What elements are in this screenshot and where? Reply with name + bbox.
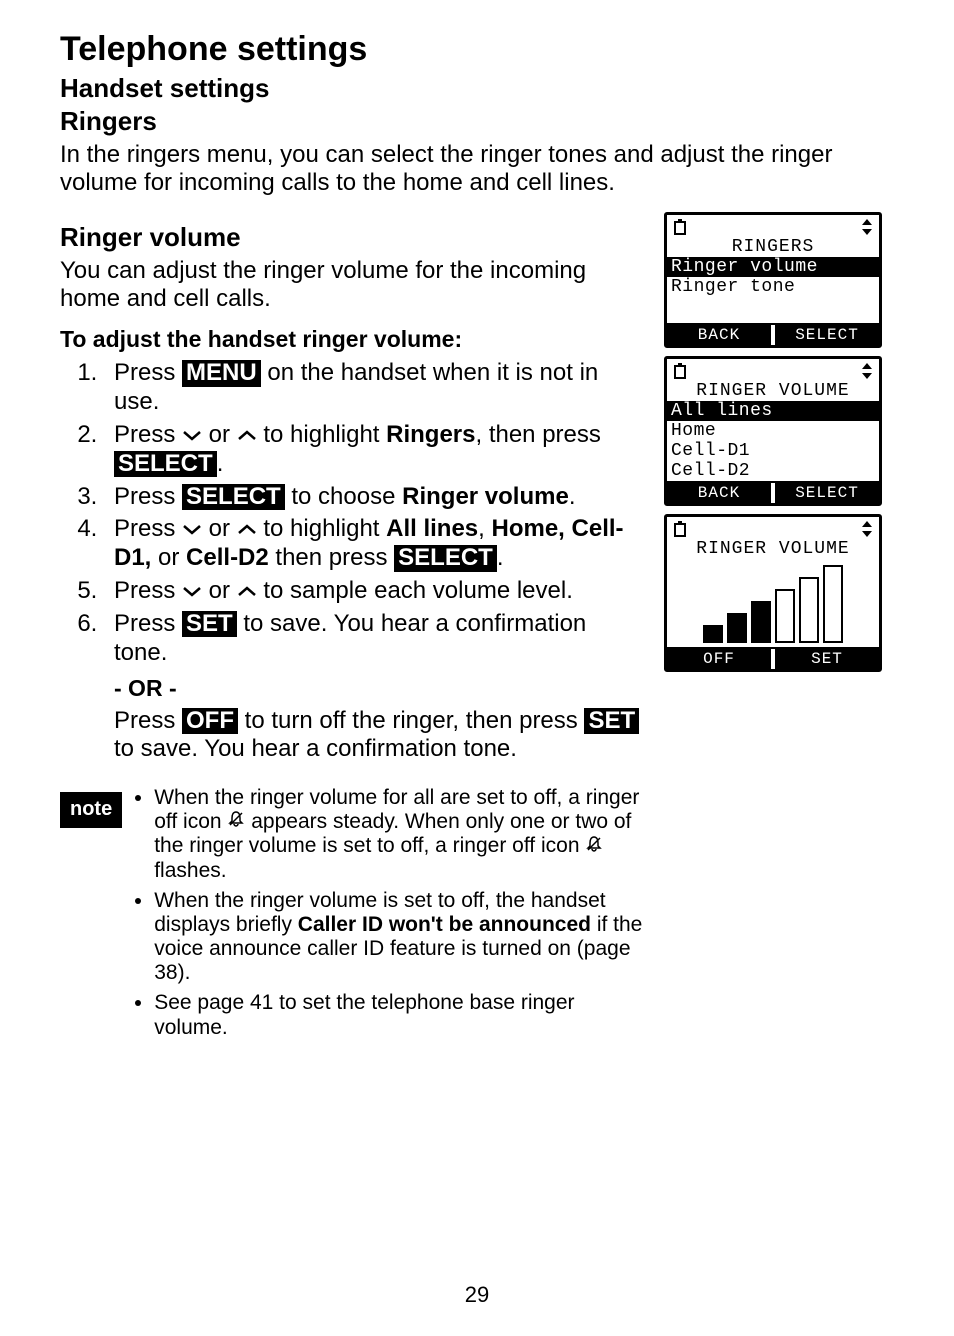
- screen-row: Home: [667, 421, 879, 441]
- screen-select-button: SELECT: [771, 325, 879, 345]
- screen-row: Ringer tone: [667, 277, 879, 297]
- volume-bar-chart: [667, 559, 879, 647]
- screen-off-button: OFF: [667, 649, 771, 669]
- lcd-screen-volume-lines: RINGER VOLUME All lines Home Cell-D1 Cel…: [664, 356, 882, 506]
- chevron-down-icon: [182, 586, 202, 598]
- volume-bar: [775, 589, 795, 643]
- updown-arrows-icon: [861, 362, 873, 380]
- volume-bar: [751, 601, 771, 643]
- note-item: When the ringer volume is set to off, th…: [154, 889, 644, 986]
- subtitle: Handset settings: [60, 73, 894, 104]
- screen-title: RINGER VOLUME: [667, 381, 879, 401]
- step-6: Press SET to save. You hear a confirmati…: [104, 610, 644, 703]
- step-1: Press MENU on the handset when it is not…: [104, 359, 644, 417]
- note-badge: note: [60, 792, 122, 828]
- battery-icon: [673, 520, 687, 538]
- screen-row-selected: Ringer volume: [667, 257, 879, 277]
- screen-select-button: SELECT: [771, 483, 879, 503]
- instruction-list: Press MENU on the handset when it is not…: [60, 359, 644, 703]
- volume-bar: [799, 577, 819, 643]
- instructions-title: To adjust the handset ringer volume:: [60, 326, 644, 353]
- off-tag: OFF: [182, 708, 238, 734]
- set-tag: SET: [584, 708, 639, 734]
- updown-arrows-icon: [861, 218, 873, 236]
- chevron-up-icon: [237, 524, 257, 536]
- step-3: Press SELECT to choose Ringer volume.: [104, 483, 644, 512]
- screen-set-button: SET: [771, 649, 879, 669]
- screen-row-selected: All lines: [667, 401, 879, 421]
- select-tag: SELECT: [394, 545, 497, 571]
- note-list: When the ringer volume for all are set t…: [132, 786, 644, 1046]
- ringer-volume-heading: Ringer volume: [60, 222, 644, 253]
- screen-title: RINGER VOLUME: [667, 539, 879, 559]
- section-heading: Ringers: [60, 106, 894, 137]
- screen-title: RINGERS: [667, 237, 879, 257]
- lcd-screen-volume-bars: RINGER VOLUME OFF SET: [664, 514, 882, 672]
- select-tag: SELECT: [114, 451, 217, 477]
- page-number: 29: [0, 1282, 954, 1308]
- menu-tag: MENU: [182, 360, 261, 386]
- intro-text: In the ringers menu, you can select the …: [60, 141, 894, 196]
- note-item: See page 41 to set the telephone base ri…: [154, 991, 644, 1039]
- lcd-screen-ringers: RINGERS Ringer volume Ringer tone BACK S…: [664, 212, 882, 348]
- screen-row: Cell-D1: [667, 441, 879, 461]
- chevron-up-icon: [237, 430, 257, 442]
- volume-bar: [703, 625, 723, 643]
- select-tag: SELECT: [182, 484, 285, 510]
- chevron-up-icon: [237, 586, 257, 598]
- step-2: Press or to highlight Ringers, then pres…: [104, 421, 644, 479]
- volume-bar: [823, 565, 843, 643]
- bell-off-icon: [585, 835, 603, 859]
- set-tag: SET: [182, 611, 237, 637]
- screen-back-button: BACK: [667, 483, 771, 503]
- step-5: Press or to sample each volume level.: [104, 577, 644, 606]
- chevron-down-icon: [182, 524, 202, 536]
- volume-bar: [727, 613, 747, 643]
- note-item: When the ringer volume for all are set t…: [154, 786, 644, 883]
- or-paragraph: Press OFF to turn off the ringer, then p…: [114, 707, 644, 764]
- battery-icon: [673, 362, 687, 380]
- step-4: Press or to highlight All lines, Home, C…: [104, 515, 644, 573]
- battery-icon: [673, 218, 687, 236]
- page-title: Telephone settings: [60, 30, 894, 69]
- updown-arrows-icon: [861, 520, 873, 538]
- bell-off-icon: [227, 810, 245, 834]
- ringer-volume-intro: You can adjust the ringer volume for the…: [60, 257, 644, 312]
- chevron-down-icon: [182, 430, 202, 442]
- or-label: - OR -: [114, 675, 644, 703]
- screen-back-button: BACK: [667, 325, 771, 345]
- screen-row: Cell-D2: [667, 461, 879, 481]
